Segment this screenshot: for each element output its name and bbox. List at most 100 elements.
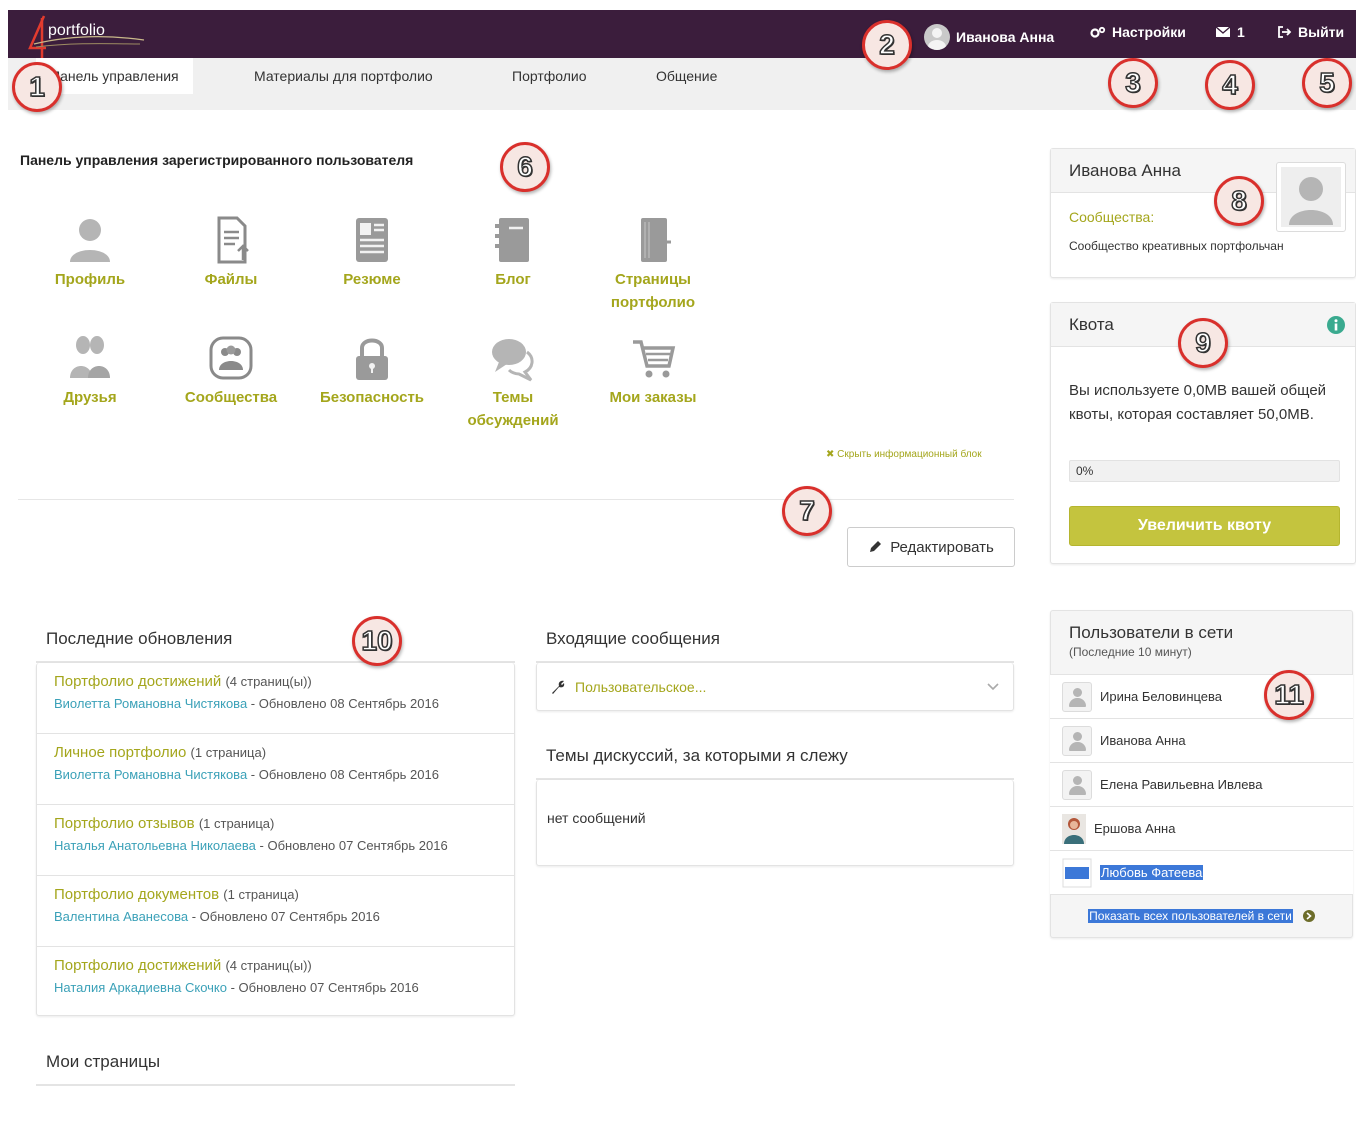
discussions-panel: нет сообщений xyxy=(536,780,1014,866)
dashboard-item-label: Профиль xyxy=(54,271,126,288)
tab-portfolio-materials[interactable]: Материалы для портфолио xyxy=(240,58,447,94)
online-user-row[interactable]: Елена Равильевна Ивлева xyxy=(1050,763,1353,807)
messages-count: 1 xyxy=(1237,24,1245,40)
hide-info-block-link[interactable]: ✖ Скрыть информационный блок xyxy=(826,449,982,460)
increase-quota-button[interactable]: Увеличить квоту xyxy=(1069,506,1340,546)
update-title-link[interactable]: Портфолио достижений xyxy=(54,673,221,690)
logout-label: Выйти xyxy=(1298,24,1345,40)
update-count: (1 страница) xyxy=(223,887,299,902)
user-avatar-icon xyxy=(1062,681,1092,712)
dashboard-communities[interactable]: Сообщества xyxy=(171,334,291,409)
update-author-link[interactable]: Валентина Аванесова xyxy=(54,909,188,924)
inbox-title: Входящие сообщения xyxy=(546,629,721,648)
logo[interactable]: portfolio xyxy=(16,14,146,58)
quota-progress-label: 0% xyxy=(1076,464,1094,478)
update-date: - Обновлено 07 Сентябрь 2016 xyxy=(226,980,419,995)
online-users-title: Пользователи в сети xyxy=(1069,623,1234,642)
user-photo-icon xyxy=(1062,858,1092,887)
dashboard-orders[interactable]: Мои заказы xyxy=(593,334,713,409)
update-date: - Обновлено 08 Сентябрь 2016 xyxy=(247,696,439,711)
dashboard-item-label: Блог xyxy=(495,271,531,288)
resume-icon xyxy=(356,218,388,262)
divider xyxy=(18,499,1014,500)
chat-bubbles-icon xyxy=(492,339,534,382)
dashboard-discussions[interactable]: Темы обсуждений xyxy=(453,334,573,432)
my-pages-title: Мои страницы xyxy=(46,1052,161,1071)
update-count: (4 страниц(ы)) xyxy=(225,958,312,973)
lock-icon xyxy=(356,338,388,380)
online-user-name: Любовь Фатеева xyxy=(1100,865,1204,880)
messages-link[interactable]: 1 xyxy=(1215,24,1245,40)
online-user-name: Елена Равильевна Ивлева xyxy=(1100,777,1263,792)
tab-communication[interactable]: Общение xyxy=(642,58,731,94)
online-user-row[interactable]: Иванова Анна xyxy=(1050,719,1353,763)
dashboard-item-label: Сообщества xyxy=(184,389,278,406)
dashboard-resume[interactable]: Резюме xyxy=(312,216,432,291)
annotation-badge: 7 xyxy=(782,486,832,536)
dashboard-blog[interactable]: Блог xyxy=(453,216,573,291)
update-title-link[interactable]: Портфолио документов xyxy=(54,886,219,903)
update-author-link[interactable]: Виолетта Романовна Чистякова xyxy=(54,696,247,711)
update-count: (1 страница) xyxy=(190,745,267,760)
gears-icon xyxy=(1090,26,1106,38)
online-user-row[interactable]: Ершова Анна xyxy=(1050,807,1353,851)
dashboard-friends[interactable]: Друзья xyxy=(30,334,150,409)
cart-icon xyxy=(633,340,676,378)
quota-title: Квота xyxy=(1069,315,1114,334)
communities-icon xyxy=(209,336,253,380)
annotation-badge: 6 xyxy=(500,142,550,192)
show-all-online-link[interactable]: Показать всех пользователей в сети xyxy=(1050,895,1353,937)
user-avatar-icon xyxy=(924,24,950,50)
logout-icon xyxy=(1278,26,1292,38)
settings-link[interactable]: Настройки xyxy=(1090,24,1186,40)
settings-label: Настройки xyxy=(1112,24,1186,40)
quota-progress-bar: 0% xyxy=(1069,460,1340,482)
update-title-link[interactable]: Портфолио отзывов xyxy=(54,815,195,832)
update-author-link[interactable]: Виолетта Романовна Чистякова xyxy=(54,767,247,782)
dashboard-portfolio-pages[interactable]: Страницы портфолио xyxy=(593,216,713,314)
updates-title: Последние обновления xyxy=(46,629,233,648)
edit-button[interactable]: Редактировать xyxy=(847,527,1015,567)
update-count: (1 страница) xyxy=(198,816,275,831)
online-user-name: Ершова Анна xyxy=(1094,821,1176,836)
tab-portfolio[interactable]: Портфолио xyxy=(498,58,601,94)
annotation-badge: 4 xyxy=(1205,60,1255,110)
update-date: - Обновлено 07 Сентябрь 2016 xyxy=(255,838,448,853)
pencil-icon xyxy=(870,541,882,552)
edit-button-label: Редактировать xyxy=(890,538,994,556)
annotation-badge: 1 xyxy=(12,62,62,112)
update-date: - Обновлено 08 Сентябрь 2016 xyxy=(247,767,439,782)
logo-text: portfolio xyxy=(48,22,105,39)
profile-avatar[interactable] xyxy=(1276,162,1346,232)
user-menu[interactable]: Иванова Анна xyxy=(924,24,1054,50)
dashboard-files[interactable]: Файлы xyxy=(171,216,291,291)
top-bar: portfolio Иванова Анна Настройки 1 Выйти xyxy=(8,10,1356,58)
update-title-link[interactable]: Личное портфолио xyxy=(54,744,186,761)
wrench-icon xyxy=(552,680,565,694)
online-user-row[interactable]: Любовь Фатеева xyxy=(1050,851,1353,895)
user-avatar-icon xyxy=(1281,167,1341,227)
update-item: Портфолио достижений (4 страниц(ы)) Ната… xyxy=(36,947,515,1018)
user-avatar-icon xyxy=(1062,725,1092,756)
update-count: (4 страниц(ы)) xyxy=(225,674,312,689)
dashboard-profile[interactable]: Профиль xyxy=(30,216,150,291)
annotation-badge: 5 xyxy=(1302,58,1352,108)
annotation-badge: 2 xyxy=(862,20,912,70)
update-author-link[interactable]: Наталия Аркадиевна Скочко xyxy=(54,980,227,995)
logout-link[interactable]: Выйти xyxy=(1278,24,1344,40)
quota-text: Вы используете 0,0MB вашей общей квоты, … xyxy=(1069,382,1327,423)
update-author-link[interactable]: Наталья Анатольевна Николаева xyxy=(54,838,256,853)
annotation-badge: 8 xyxy=(1214,176,1264,226)
inbox-item[interactable]: Пользовательское... xyxy=(536,663,1014,711)
dashboard-item-label: Резюме xyxy=(343,271,401,288)
user-avatar-icon xyxy=(1062,769,1092,800)
update-title-link[interactable]: Портфолио достижений xyxy=(54,957,221,974)
update-date: - Обновлено 07 Сентябрь 2016 xyxy=(188,909,380,924)
dashboard-security[interactable]: Безопасность xyxy=(312,334,432,409)
dashboard-item-label: Безопасность xyxy=(319,389,425,406)
chevron-down-icon[interactable] xyxy=(987,682,999,691)
info-icon[interactable] xyxy=(1327,316,1345,334)
dashboard-item-label: Темы обсуждений xyxy=(467,389,559,429)
community-link[interactable]: Сообщество креативных портфольчан xyxy=(1069,239,1284,253)
online-user-name: Ирина Беловинцева xyxy=(1100,689,1223,704)
